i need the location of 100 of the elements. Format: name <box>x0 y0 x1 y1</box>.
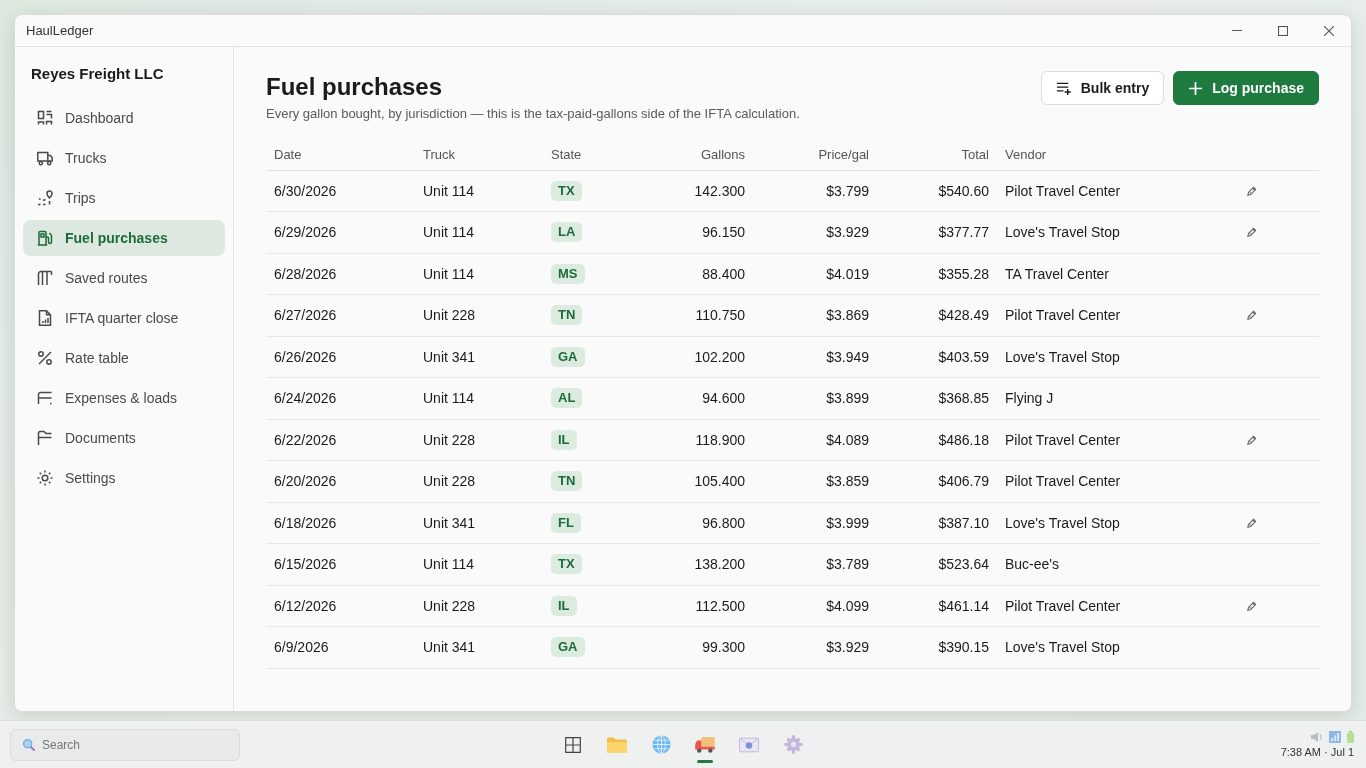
table-cell: $3.899 <box>753 377 877 419</box>
table-cell: 6/20/2026 <box>266 460 415 502</box>
table-cell: 6/18/2026 <box>266 502 415 544</box>
table-cell: Pilot Travel Center <box>997 460 1237 502</box>
table-cell: TA Travel Center <box>997 253 1237 295</box>
pencil-icon[interactable] <box>1247 434 1257 445</box>
table-cell: $3.869 <box>753 294 877 336</box>
company-name: Reyes Freight LLC <box>30 64 165 84</box>
state-tag: GA <box>551 346 585 367</box>
clock-text: 7:38 AM · Jul 1 <box>1280 745 1354 759</box>
search-field[interactable]: Search <box>10 728 240 761</box>
state-tag: FL <box>551 512 581 533</box>
table-cell: 6/15/2026 <box>266 543 415 585</box>
window-title: HaulLedger <box>26 23 94 38</box>
nav-item[interactable]: Trucks <box>23 140 225 176</box>
table-cell: Unit 341 <box>415 626 543 668</box>
settings-icon <box>37 470 53 486</box>
maximize-icon <box>1278 25 1288 36</box>
table-cell: $355.28 <box>877 253 997 295</box>
primary-button[interactable]: Log purchase <box>1173 71 1319 105</box>
table-cell: Pilot Travel Center <box>997 294 1237 336</box>
table-cell: 6/26/2026 <box>266 336 415 378</box>
nav-item[interactable]: Saved routes <box>23 260 225 296</box>
state-tag: IL <box>551 429 577 450</box>
table-cell: Unit 114 <box>415 253 543 295</box>
table-cell: $428.49 <box>877 294 997 336</box>
search-icon <box>23 738 35 751</box>
state-tag: GA <box>551 637 585 658</box>
table-cell: Unit 114 <box>415 377 543 419</box>
pencil-icon[interactable] <box>1247 310 1257 321</box>
table-cell: 88.400 <box>623 253 753 295</box>
table-cell: $540.60 <box>877 170 997 212</box>
table-cell: $4.089 <box>753 419 877 461</box>
grid-icon <box>565 736 581 753</box>
table-cell: Unit 228 <box>415 460 543 502</box>
table-cell: Unit 228 <box>415 419 543 461</box>
truck-icon <box>695 736 715 753</box>
table-cell: 6/27/2026 <box>266 294 415 336</box>
percent-icon <box>37 350 53 366</box>
state-tag: LA <box>551 222 583 243</box>
column-header: Price/gal <box>753 140 877 170</box>
column-header: Vendor <box>997 140 1237 170</box>
pencil-icon[interactable] <box>1247 600 1257 611</box>
nav-item[interactable]: Dashboard <box>23 100 225 136</box>
table-cell: Buc-ee's <box>997 543 1237 585</box>
nav-item[interactable]: IFTA quarter close <box>23 300 225 336</box>
table-cell: $368.85 <box>877 377 997 419</box>
table-cell: $403.59 <box>877 336 997 378</box>
close-icon <box>1324 25 1334 36</box>
state-tag: MS <box>551 263 585 284</box>
nav-item[interactable]: Fuel purchases <box>23 220 225 256</box>
nav-item[interactable]: Expenses & loads <box>23 380 225 416</box>
card-icon <box>37 390 53 406</box>
column-header: Truck <box>415 140 543 170</box>
nav-item[interactable]: Settings <box>23 460 225 496</box>
state-tag: TN <box>551 305 583 326</box>
table-cell: $387.10 <box>877 502 997 544</box>
nav-item[interactable]: Documents <box>23 420 225 456</box>
table-cell: $4.019 <box>753 253 877 295</box>
table-cell: $461.14 <box>877 585 997 627</box>
route-pin-icon <box>37 190 53 206</box>
pencil-icon[interactable] <box>1247 227 1257 238</box>
table-cell: 99.300 <box>623 626 753 668</box>
nav-item[interactable]: Rate table <box>23 340 225 376</box>
plus-icon <box>1188 80 1204 96</box>
truck-icon <box>37 150 53 166</box>
pencil-icon[interactable] <box>1247 185 1257 196</box>
envelope-icon <box>739 736 759 753</box>
state-tag: IL <box>551 595 577 616</box>
grid-icon <box>37 110 53 126</box>
table-cell: $3.799 <box>753 170 877 212</box>
table-cell: 138.200 <box>623 543 753 585</box>
state-tag: TX <box>551 554 582 575</box>
table-cell: 96.800 <box>623 502 753 544</box>
table-cell: Unit 114 <box>415 170 543 212</box>
page-title: Fuel purchases <box>266 72 444 102</box>
nav-item[interactable]: Trips <box>23 180 225 216</box>
table-cell: Love's Travel Stop <box>997 626 1237 668</box>
table-cell: 112.500 <box>623 585 753 627</box>
table-cell: $3.789 <box>753 543 877 585</box>
outline-button[interactable]: Bulk entry <box>1040 71 1165 105</box>
table-cell: $486.18 <box>877 419 997 461</box>
table-cell: $406.79 <box>877 460 997 502</box>
column-header: State <box>543 140 623 170</box>
table-cell: 6/12/2026 <box>266 585 415 627</box>
globe-icon <box>651 735 671 754</box>
folder-icon <box>607 736 627 753</box>
state-tag: TX <box>551 180 582 201</box>
table-cell: 6/9/2026 <box>266 626 415 668</box>
page-subtitle: Every gallon bought, by jurisdiction — this is the tax-paid-gallons side of the IFTA calculation. <box>266 105 800 123</box>
table-cell: 96.150 <box>623 211 753 253</box>
gear-icon <box>783 735 803 754</box>
column-header: Date <box>266 140 415 170</box>
pencil-icon[interactable] <box>1247 517 1257 528</box>
table-cell: 102.200 <box>623 336 753 378</box>
table-cell: $523.64 <box>877 543 997 585</box>
table-cell: $3.949 <box>753 336 877 378</box>
table-cell: Unit 114 <box>415 211 543 253</box>
table-cell: 110.750 <box>623 294 753 336</box>
table-cell: Love's Travel Stop <box>997 211 1237 253</box>
